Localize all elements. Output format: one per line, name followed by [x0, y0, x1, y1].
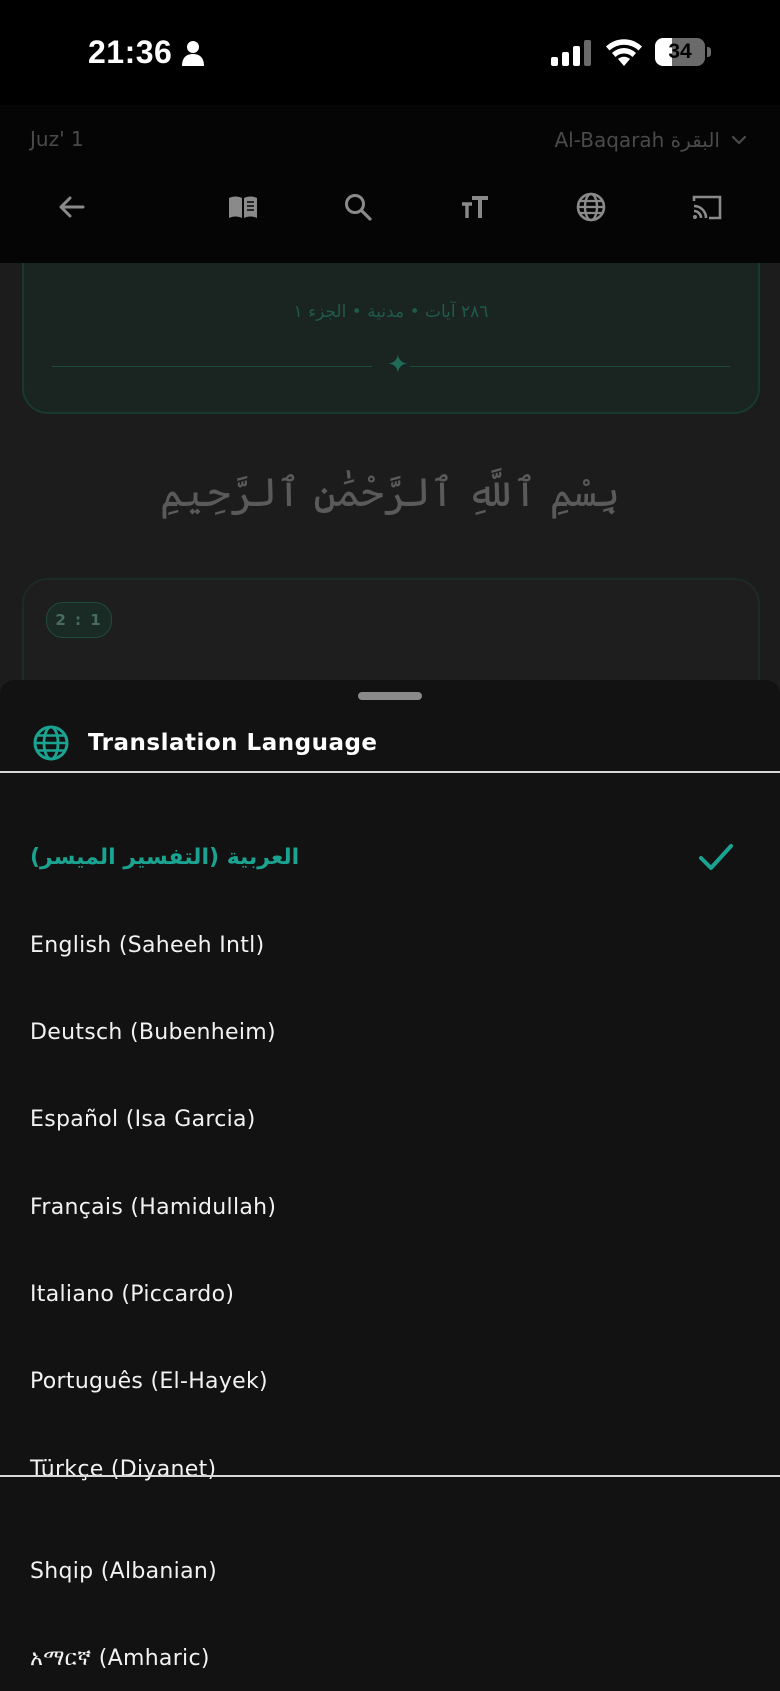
language-option[interactable]: አማርኛ (Amharic): [0, 1616, 780, 1691]
language-option-label: Français (Hamidullah): [30, 1195, 277, 1220]
checkmark-icon: [699, 844, 733, 870]
cellular-signal-icon: [551, 40, 591, 66]
language-option-label: Shqip (Albanian): [30, 1559, 217, 1584]
divider-left: [52, 366, 372, 367]
battery-level: 34: [668, 40, 692, 63]
language-option[interactable]: Português (El-Hayek): [0, 1339, 780, 1425]
divider-right: [410, 366, 730, 367]
language-option-label: Türkçe (Diyanet): [30, 1457, 217, 1482]
surah-meta: ٢٨٦ آيات • مدنية • الجزء ١: [293, 302, 489, 322]
ayah-number-badge: 2 : 1: [46, 602, 112, 638]
globe-icon: [576, 192, 606, 222]
sheet-title: Translation Language: [88, 730, 378, 756]
person-icon: [182, 41, 204, 66]
status-bar: 21:36 34: [0, 0, 780, 105]
text-size-button[interactable]: [453, 185, 497, 229]
language-option[interactable]: English (Saheeh Intl): [0, 903, 780, 989]
sheet-grabber-handle[interactable]: [358, 692, 422, 700]
language-option-label: Italiano (Piccardo): [30, 1282, 235, 1307]
text-size-icon: [462, 196, 488, 218]
translation-language-sheet: Translation Language العربية (التفسير ال…: [0, 680, 780, 1691]
chevron-down-icon: [731, 135, 747, 145]
book-icon: [229, 196, 257, 218]
language-option-label: አማርኛ (Amharic): [30, 1646, 210, 1671]
globe-icon: [33, 725, 69, 761]
language-option[interactable]: Français (Hamidullah): [0, 1165, 780, 1251]
divider: [0, 1475, 780, 1477]
sparkle-icon: ✦: [387, 350, 409, 380]
search-icon: [345, 194, 372, 221]
screen: ٢٨٦ آيات • مدنية • الجزء ١ ✦ بِسْمِ ٱللَ…: [0, 0, 780, 1691]
language-option[interactable]: Türkçe (Diyanet): [0, 1427, 780, 1513]
reader-header: Juz' 1 Al-Baqarah البقرة: [0, 105, 780, 263]
battery-indicator: 34: [655, 38, 711, 66]
back-button[interactable]: [50, 185, 94, 229]
surah-selector-label: Al-Baqarah البقرة: [554, 128, 720, 152]
language-option-label: English (Saheeh Intl): [30, 933, 265, 958]
surah-selector[interactable]: Al-Baqarah البقرة: [554, 125, 748, 155]
language-option[interactable]: Italiano (Piccardo): [0, 1252, 780, 1338]
language-option[interactable]: Español (Isa Garcia): [0, 1077, 780, 1163]
sheet-header: Translation Language: [0, 720, 780, 770]
language-option[interactable]: العربية (التفسير الميسر): [0, 815, 780, 901]
reading-mode-button[interactable]: [221, 185, 265, 229]
translation-language-button[interactable]: [569, 185, 613, 229]
wifi-icon: [606, 39, 642, 66]
search-button[interactable]: [336, 185, 380, 229]
divider: [0, 771, 780, 773]
status-time: 21:36: [88, 34, 173, 70]
cast-button[interactable]: [685, 185, 729, 229]
cast-icon: [692, 195, 722, 220]
language-option-label: Português (El-Hayek): [30, 1369, 268, 1394]
arrow-left-icon: [59, 196, 85, 218]
basmala: بِسْمِ ٱللَّهِ ٱلرَّحْمَٰنِ ٱلرَّحِيمِ: [159, 470, 621, 516]
language-option[interactable]: Shqip (Albanian): [0, 1529, 780, 1615]
language-option-label: Español (Isa Garcia): [30, 1107, 256, 1132]
language-option[interactable]: Deutsch (Bubenheim): [0, 990, 780, 1076]
language-option-label: العربية (التفسير الميسر): [30, 845, 300, 870]
language-option-label: Deutsch (Bubenheim): [30, 1020, 276, 1045]
juz-label: Juz' 1: [30, 127, 84, 151]
